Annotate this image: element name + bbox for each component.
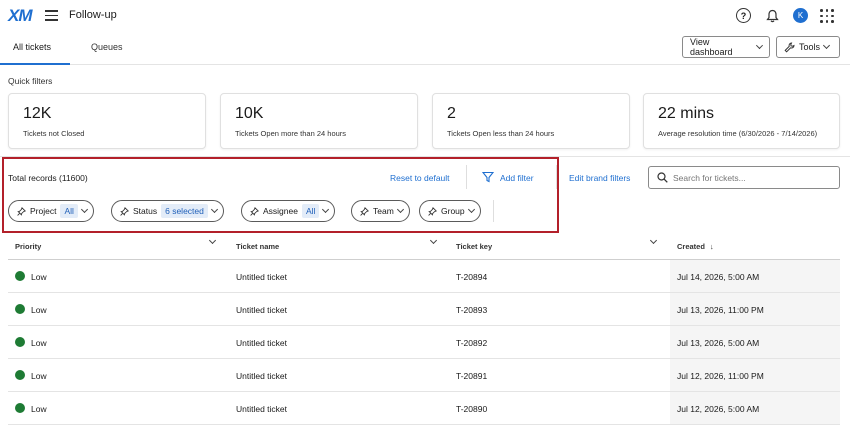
- ticket-key-cell: T-20894: [456, 272, 488, 282]
- created-cell: Jul 14, 2026, 5:00 AM: [677, 272, 760, 282]
- ticket-key-cell: T-20890: [456, 404, 488, 414]
- chevron-down-icon[interactable]: [208, 236, 217, 245]
- priority-cell: Low: [31, 272, 47, 282]
- ticket-key-cell: T-20893: [456, 305, 488, 315]
- priority-status-dot: [15, 304, 25, 314]
- search-icon: [657, 172, 668, 183]
- edit-brand-filters-link[interactable]: Edit brand filters: [569, 173, 630, 183]
- menu-icon[interactable]: [45, 10, 58, 21]
- tab-all-tickets[interactable]: All tickets: [13, 42, 51, 52]
- column-header-ticket-key[interactable]: Ticket key: [456, 242, 492, 251]
- created-cell: Jul 12, 2026, 11:00 PM: [677, 371, 764, 381]
- table-row[interactable]: Low Untitled ticket T-20894 Jul 14, 2026…: [8, 260, 840, 293]
- created-label: Created: [677, 242, 705, 251]
- top-bar: XM Follow-up ? K: [0, 0, 850, 32]
- ticket-name-cell: Untitled ticket: [236, 404, 288, 414]
- chevron-down-icon[interactable]: [649, 236, 658, 245]
- column-header-created[interactable]: Created ↓: [677, 242, 714, 251]
- ticket-name-cell: Untitled ticket: [236, 305, 288, 315]
- priority-status-dot: [15, 271, 25, 281]
- priority-status-dot: [15, 337, 25, 347]
- card-value: 10K: [235, 105, 264, 122]
- card-label: Average resolution time (6/30/2026 - 7/1…: [658, 129, 818, 138]
- tab-queues[interactable]: Queues: [91, 42, 123, 52]
- created-cell: Jul 13, 2026, 11:00 PM: [677, 305, 764, 315]
- table-row[interactable]: Low Untitled ticket T-20892 Jul 13, 2026…: [8, 326, 840, 359]
- help-icon[interactable]: ?: [736, 8, 751, 23]
- bell-icon[interactable]: [764, 8, 780, 24]
- table-header: Priority Ticket name Ticket key Created …: [8, 236, 840, 260]
- quick-filters-label: Quick filters: [8, 76, 53, 86]
- page-title: Follow-up: [69, 9, 117, 21]
- column-header-priority[interactable]: Priority: [15, 242, 41, 251]
- search-input-container[interactable]: [648, 166, 840, 189]
- app-grid-icon[interactable]: [820, 9, 834, 23]
- created-cell: Jul 12, 2026, 5:00 AM: [677, 404, 760, 414]
- ticket-key-cell: T-20891: [456, 371, 488, 381]
- table-row[interactable]: Low Untitled ticket T-20890 Jul 12, 2026…: [8, 392, 840, 425]
- priority-cell: Low: [31, 404, 47, 414]
- tools-label: Tools: [799, 42, 821, 52]
- priority-cell: Low: [31, 371, 47, 381]
- priority-cell: Low: [31, 305, 47, 315]
- ticket-key-cell: T-20892: [456, 338, 488, 348]
- priority-status-dot: [15, 403, 25, 413]
- quick-filter-card[interactable]: 12K Tickets not Closed: [8, 93, 206, 149]
- card-label: Tickets not Closed: [23, 129, 85, 138]
- card-label: Tickets Open more than 24 hours: [235, 129, 347, 138]
- xm-logo[interactable]: XM: [8, 6, 32, 26]
- sort-down-icon: ↓: [710, 242, 714, 251]
- search-input[interactable]: [673, 172, 823, 183]
- table-row[interactable]: Low Untitled ticket T-20893 Jul 13, 2026…: [8, 293, 840, 326]
- chevron-down-icon: [822, 41, 831, 50]
- card-value: 22 mins: [658, 105, 715, 122]
- ticket-name-cell: Untitled ticket: [236, 338, 288, 348]
- created-cell: Jul 13, 2026, 5:00 AM: [677, 338, 760, 348]
- card-value: 2: [447, 105, 456, 122]
- quick-filter-card[interactable]: 10K Tickets Open more than 24 hours: [220, 93, 418, 149]
- quick-filter-card[interactable]: 2 Tickets Open less than 24 hours: [432, 93, 630, 149]
- tools-button[interactable]: Tools: [776, 36, 840, 58]
- card-value: 12K: [23, 105, 52, 122]
- column-header-ticket-name[interactable]: Ticket name: [236, 242, 279, 251]
- card-label: Tickets Open less than 24 hours: [447, 129, 555, 138]
- table-row[interactable]: Low Untitled ticket T-20891 Jul 12, 2026…: [8, 359, 840, 392]
- chevron-down-icon[interactable]: [429, 236, 438, 245]
- ticket-name-cell: Untitled ticket: [236, 371, 288, 381]
- chevron-down-icon: [756, 41, 764, 50]
- priority-cell: Low: [31, 338, 47, 348]
- avatar[interactable]: K: [793, 8, 808, 23]
- view-dashboard-label: View dashboard: [690, 37, 733, 57]
- highlight-annotation: [2, 157, 559, 233]
- priority-status-dot: [15, 370, 25, 380]
- wrench-icon: [784, 41, 795, 53]
- view-dashboard-button[interactable]: View dashboard: [682, 36, 770, 58]
- ticket-name-cell: Untitled ticket: [236, 272, 288, 282]
- tab-bar: All tickets Queues View dashboard Tools: [0, 32, 850, 65]
- active-tab-indicator: [0, 63, 70, 65]
- quick-filter-card[interactable]: 22 mins Average resolution time (6/30/20…: [643, 93, 840, 149]
